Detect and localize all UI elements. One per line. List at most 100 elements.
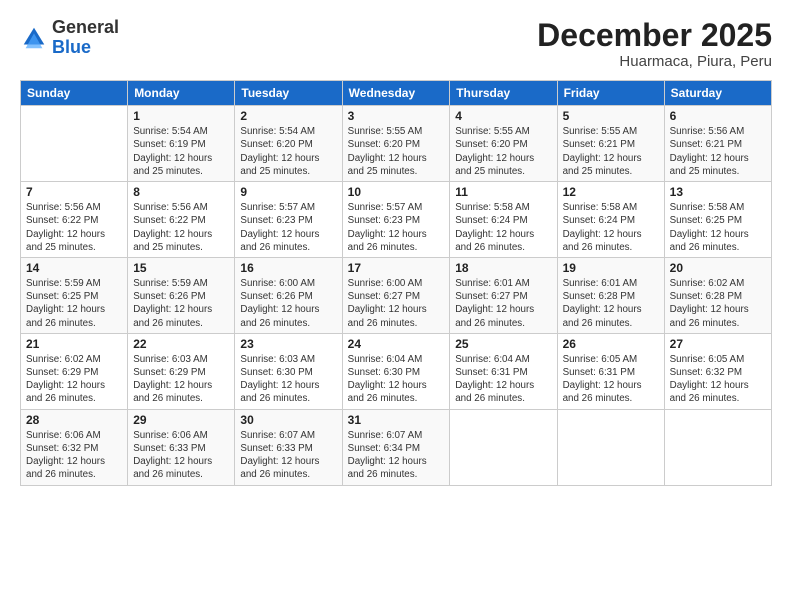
- day-number: 30: [240, 413, 336, 427]
- day-number: 1: [133, 109, 229, 123]
- calendar: Sunday Monday Tuesday Wednesday Thursday…: [20, 80, 772, 485]
- col-wednesday: Wednesday: [342, 81, 450, 106]
- col-tuesday: Tuesday: [235, 81, 342, 106]
- day-info: Sunrise: 6:07 AM Sunset: 6:34 PM Dayligh…: [348, 429, 445, 482]
- day-number: 6: [670, 109, 766, 123]
- day-info: Sunrise: 6:02 AM Sunset: 6:29 PM Dayligh…: [26, 353, 122, 406]
- day-number: 26: [563, 337, 659, 351]
- day-info: Sunrise: 5:56 AM Sunset: 6:22 PM Dayligh…: [133, 201, 229, 254]
- calendar-cell-w1-d7: 6 Sunrise: 5:56 AM Sunset: 6:21 PM Daylig…: [664, 106, 771, 182]
- calendar-header-row: Sunday Monday Tuesday Wednesday Thursday…: [21, 81, 772, 106]
- calendar-cell-w3-d6: 19 Sunrise: 6:01 AM Sunset: 6:28 PM Dayli…: [557, 257, 664, 333]
- day-number: 7: [26, 185, 122, 199]
- month-title: December 2025: [537, 18, 772, 53]
- day-number: 14: [26, 261, 122, 275]
- calendar-cell-w4-d4: 24Sunrise: 6:04 AM Sunset: 6:30 PM Dayli…: [342, 333, 450, 409]
- calendar-cell-w3-d4: 17Sunrise: 6:00 AM Sunset: 6:27 PM Dayli…: [342, 257, 450, 333]
- day-info: Sunrise: 5:59 AM Sunset: 6:25 PM Dayligh…: [26, 277, 122, 330]
- day-number: 22: [133, 337, 229, 351]
- day-number: 19: [563, 261, 659, 275]
- calendar-cell-w3-d1: 14 Sunrise: 5:59 AM Sunset: 6:25 PM Dayli…: [21, 257, 128, 333]
- calendar-cell-w5-d7: [664, 409, 771, 485]
- logo-text: General Blue: [52, 18, 119, 58]
- day-number: 25: [455, 337, 551, 351]
- day-info: Sunrise: 5:58 AM Sunset: 6:24 PM Dayligh…: [563, 201, 659, 254]
- day-number: 5: [563, 109, 659, 123]
- day-number: 2: [240, 109, 336, 123]
- day-info: Sunrise: 6:04 AM Sunset: 6:30 PM Dayligh…: [348, 353, 445, 406]
- day-number: 20: [670, 261, 766, 275]
- header: General Blue December 2025 Huarmaca, Piu…: [20, 18, 772, 70]
- calendar-cell-w5-d3: 30Sunrise: 6:07 AM Sunset: 6:33 PM Dayli…: [235, 409, 342, 485]
- day-number: 28: [26, 413, 122, 427]
- week-row-5: 28Sunrise: 6:06 AM Sunset: 6:32 PM Dayli…: [21, 409, 772, 485]
- calendar-cell-w1-d5: 4Sunrise: 5:55 AM Sunset: 6:20 PM Daylig…: [450, 106, 557, 182]
- calendar-cell-w5-d2: 29Sunrise: 6:06 AM Sunset: 6:33 PM Dayli…: [128, 409, 235, 485]
- calendar-cell-w4-d2: 22 Sunrise: 6:03 AM Sunset: 6:29 PM Dayli…: [128, 333, 235, 409]
- day-info: Sunrise: 6:01 AM Sunset: 6:28 PM Dayligh…: [563, 277, 659, 330]
- calendar-cell-w2-d2: 8 Sunrise: 5:56 AM Sunset: 6:22 PM Daylig…: [128, 182, 235, 258]
- day-info: Sunrise: 6:03 AM Sunset: 6:30 PM Dayligh…: [240, 353, 336, 406]
- day-info: Sunrise: 5:59 AM Sunset: 6:26 PM Dayligh…: [133, 277, 229, 330]
- logo-general: General: [52, 18, 119, 38]
- calendar-cell-w5-d5: [450, 409, 557, 485]
- calendar-cell-w2-d5: 11Sunrise: 5:58 AM Sunset: 6:24 PM Dayli…: [450, 182, 557, 258]
- calendar-cell-w4-d7: 27 Sunrise: 6:05 AM Sunset: 6:32 PM Dayli…: [664, 333, 771, 409]
- day-number: 8: [133, 185, 229, 199]
- day-number: 3: [348, 109, 445, 123]
- day-info: Sunrise: 5:55 AM Sunset: 6:20 PM Dayligh…: [455, 125, 551, 178]
- week-row-4: 21 Sunrise: 6:02 AM Sunset: 6:29 PM Dayli…: [21, 333, 772, 409]
- calendar-cell-w4-d5: 25 Sunrise: 6:04 AM Sunset: 6:31 PM Dayli…: [450, 333, 557, 409]
- page: General Blue December 2025 Huarmaca, Piu…: [0, 0, 792, 612]
- title-block: December 2025 Huarmaca, Piura, Peru: [537, 18, 772, 70]
- calendar-cell-w3-d5: 18Sunrise: 6:01 AM Sunset: 6:27 PM Dayli…: [450, 257, 557, 333]
- col-thursday: Thursday: [450, 81, 557, 106]
- day-info: Sunrise: 6:03 AM Sunset: 6:29 PM Dayligh…: [133, 353, 229, 406]
- calendar-cell-w1-d6: 5Sunrise: 5:55 AM Sunset: 6:21 PM Daylig…: [557, 106, 664, 182]
- day-number: 10: [348, 185, 445, 199]
- calendar-cell-w4-d6: 26 Sunrise: 6:05 AM Sunset: 6:31 PM Dayli…: [557, 333, 664, 409]
- day-number: 16: [240, 261, 336, 275]
- calendar-cell-w1-d1: [21, 106, 128, 182]
- calendar-cell-w2-d7: 13 Sunrise: 5:58 AM Sunset: 6:25 PM Dayli…: [664, 182, 771, 258]
- day-info: Sunrise: 6:04 AM Sunset: 6:31 PM Dayligh…: [455, 353, 551, 406]
- calendar-cell-w4-d1: 21 Sunrise: 6:02 AM Sunset: 6:29 PM Dayli…: [21, 333, 128, 409]
- day-number: 21: [26, 337, 122, 351]
- calendar-cell-w3-d7: 20 Sunrise: 6:02 AM Sunset: 6:28 PM Dayli…: [664, 257, 771, 333]
- day-number: 18: [455, 261, 551, 275]
- calendar-cell-w1-d3: 2 Sunrise: 5:54 AM Sunset: 6:20 PM Daylig…: [235, 106, 342, 182]
- col-monday: Monday: [128, 81, 235, 106]
- day-number: 27: [670, 337, 766, 351]
- day-info: Sunrise: 5:57 AM Sunset: 6:23 PM Dayligh…: [348, 201, 445, 254]
- day-info: Sunrise: 6:02 AM Sunset: 6:28 PM Dayligh…: [670, 277, 766, 330]
- day-info: Sunrise: 6:05 AM Sunset: 6:32 PM Dayligh…: [670, 353, 766, 406]
- calendar-cell-w5-d1: 28Sunrise: 6:06 AM Sunset: 6:32 PM Dayli…: [21, 409, 128, 485]
- day-info: Sunrise: 6:05 AM Sunset: 6:31 PM Dayligh…: [563, 353, 659, 406]
- day-number: 9: [240, 185, 336, 199]
- day-number: 11: [455, 185, 551, 199]
- day-info: Sunrise: 5:58 AM Sunset: 6:25 PM Dayligh…: [670, 201, 766, 254]
- week-row-3: 14 Sunrise: 5:59 AM Sunset: 6:25 PM Dayli…: [21, 257, 772, 333]
- calendar-cell-w5-d4: 31Sunrise: 6:07 AM Sunset: 6:34 PM Dayli…: [342, 409, 450, 485]
- calendar-cell-w5-d6: [557, 409, 664, 485]
- location: Huarmaca, Piura, Peru: [537, 53, 772, 70]
- col-friday: Friday: [557, 81, 664, 106]
- calendar-cell-w3-d2: 15Sunrise: 5:59 AM Sunset: 6:26 PM Dayli…: [128, 257, 235, 333]
- day-info: Sunrise: 5:54 AM Sunset: 6:19 PM Dayligh…: [133, 125, 229, 178]
- day-info: Sunrise: 5:56 AM Sunset: 6:21 PM Dayligh…: [670, 125, 766, 178]
- logo-icon: [20, 24, 48, 52]
- col-sunday: Sunday: [21, 81, 128, 106]
- calendar-cell-w2-d1: 7 Sunrise: 5:56 AM Sunset: 6:22 PM Daylig…: [21, 182, 128, 258]
- day-info: Sunrise: 5:57 AM Sunset: 6:23 PM Dayligh…: [240, 201, 336, 254]
- day-info: Sunrise: 6:06 AM Sunset: 6:33 PM Dayligh…: [133, 429, 229, 482]
- calendar-cell-w4-d3: 23Sunrise: 6:03 AM Sunset: 6:30 PM Dayli…: [235, 333, 342, 409]
- calendar-cell-w3-d3: 16Sunrise: 6:00 AM Sunset: 6:26 PM Dayli…: [235, 257, 342, 333]
- day-number: 13: [670, 185, 766, 199]
- week-row-1: 1 Sunrise: 5:54 AM Sunset: 6:19 PM Daylig…: [21, 106, 772, 182]
- calendar-cell-w2-d3: 9 Sunrise: 5:57 AM Sunset: 6:23 PM Daylig…: [235, 182, 342, 258]
- col-saturday: Saturday: [664, 81, 771, 106]
- calendar-cell-w2-d6: 12Sunrise: 5:58 AM Sunset: 6:24 PM Dayli…: [557, 182, 664, 258]
- day-info: Sunrise: 5:56 AM Sunset: 6:22 PM Dayligh…: [26, 201, 122, 254]
- day-info: Sunrise: 5:54 AM Sunset: 6:20 PM Dayligh…: [240, 125, 336, 178]
- calendar-cell-w2-d4: 10 Sunrise: 5:57 AM Sunset: 6:23 PM Dayli…: [342, 182, 450, 258]
